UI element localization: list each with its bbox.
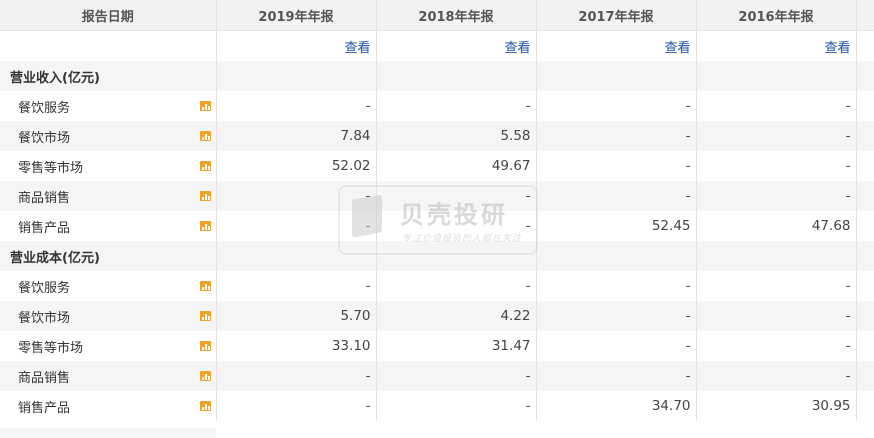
header-report-date: 报告日期 bbox=[0, 0, 217, 31]
value-cell: 33.10 bbox=[216, 331, 377, 361]
header-year-2018: 2018年年报 bbox=[376, 0, 537, 31]
bar-chart-icon[interactable] bbox=[199, 401, 211, 411]
value-cell: - bbox=[376, 91, 537, 121]
value-cell: 52.45 bbox=[536, 211, 697, 241]
value-cell: 34.70 bbox=[536, 391, 697, 421]
table-row: 餐饮市场 7.84 5.58- - bbox=[0, 121, 874, 151]
view-link-2016[interactable]: 查看 bbox=[824, 41, 850, 56]
view-link-2017[interactable]: 查看 bbox=[664, 41, 690, 56]
value-cell: - bbox=[536, 271, 697, 301]
value-cell: - bbox=[536, 301, 697, 331]
table-row: 销售产品 - -34.70 30.95 bbox=[0, 391, 874, 421]
bar-chart-icon[interactable] bbox=[199, 161, 211, 171]
section-header-row: 营业收入(亿元) bbox=[0, 61, 874, 91]
value-cell: - bbox=[536, 91, 697, 121]
value-cell: - bbox=[696, 271, 857, 301]
value-cell: - bbox=[376, 391, 537, 421]
value-cell: - bbox=[696, 91, 857, 121]
row-label: 销售产品 bbox=[18, 220, 71, 236]
value-cell: 31.47 bbox=[376, 331, 537, 361]
value-cell: - bbox=[376, 181, 537, 211]
row-label: 餐饮服务 bbox=[18, 100, 71, 116]
value-cell: 52.02 bbox=[216, 151, 377, 181]
bar-chart-icon[interactable] bbox=[199, 341, 211, 351]
table-row: 餐饮服务 - - - - bbox=[0, 91, 874, 121]
value-cell: 30.95 bbox=[696, 391, 857, 421]
bar-chart-icon[interactable] bbox=[199, 281, 211, 291]
view-link-2018[interactable]: 查看 bbox=[504, 41, 530, 56]
bar-chart-icon[interactable] bbox=[199, 101, 211, 111]
bar-chart-icon[interactable] bbox=[199, 371, 211, 381]
table-row: 零售等市场 33.10 31.47- - bbox=[0, 331, 874, 361]
table-row: 零售等市场 52.02 49.67- - bbox=[0, 151, 874, 181]
value-cell: - bbox=[696, 331, 857, 361]
row-label: 商品销售 bbox=[18, 190, 71, 206]
bar-chart-icon[interactable] bbox=[199, 191, 211, 201]
value-cell: - bbox=[376, 271, 537, 301]
row-label: 餐饮服务 bbox=[18, 280, 71, 296]
value-cell: - bbox=[536, 361, 697, 391]
table-header-row: 报告日期 2019年年报 2018年年报 2017年年报 2016年年报 bbox=[0, 0, 874, 31]
row-label: 零售等市场 bbox=[18, 340, 84, 356]
row-label: 零售等市场 bbox=[18, 160, 84, 176]
value-cell: 5.58 bbox=[376, 121, 537, 151]
view-link-2019[interactable]: 查看 bbox=[344, 41, 370, 56]
next-section-row-partial bbox=[0, 428, 216, 438]
table-row: 商品销售 - - - - bbox=[0, 361, 874, 391]
value-cell: - bbox=[696, 301, 857, 331]
value-cell: - bbox=[216, 271, 377, 301]
value-cell: - bbox=[696, 121, 857, 151]
value-cell: 49.67 bbox=[376, 151, 537, 181]
value-cell: - bbox=[536, 181, 697, 211]
value-cell: - bbox=[536, 151, 697, 181]
table-row: 销售产品 - -52.45 47.68 bbox=[0, 211, 874, 241]
row-label: 商品销售 bbox=[18, 370, 71, 386]
value-cell: 5.70 bbox=[216, 301, 377, 331]
value-cell: - bbox=[696, 181, 857, 211]
header-year-2017: 2017年年报 bbox=[536, 0, 697, 31]
header-filler bbox=[856, 0, 874, 31]
value-cell: 7.84 bbox=[216, 121, 377, 151]
section-header-row: 营业成本(亿元) bbox=[0, 241, 874, 271]
bar-chart-icon[interactable] bbox=[199, 221, 211, 231]
value-cell: - bbox=[696, 361, 857, 391]
row-label: 餐饮市场 bbox=[18, 310, 71, 326]
table-row: 餐饮市场 5.70 4.22- - bbox=[0, 301, 874, 331]
value-cell: - bbox=[536, 121, 697, 151]
value-cell: - bbox=[536, 331, 697, 361]
value-cell: - bbox=[216, 211, 377, 241]
value-cell: - bbox=[376, 361, 537, 391]
bar-chart-icon[interactable] bbox=[199, 131, 211, 141]
row-label: 餐饮市场 bbox=[18, 130, 71, 146]
value-cell: - bbox=[216, 391, 377, 421]
table-row: 商品销售 - - - - bbox=[0, 181, 874, 211]
table-row: 餐饮服务 - - - - bbox=[0, 271, 874, 301]
section-title: 营业收入(亿元) bbox=[0, 61, 217, 91]
financial-table: 报告日期 2019年年报 2018年年报 2017年年报 2016年年报 查看 … bbox=[0, 0, 874, 421]
header-year-2019: 2019年年报 bbox=[216, 0, 377, 31]
value-cell: - bbox=[216, 181, 377, 211]
view-row-empty bbox=[0, 30, 217, 61]
value-cell: - bbox=[216, 91, 377, 121]
row-label: 销售产品 bbox=[18, 400, 71, 416]
value-cell: 47.68 bbox=[696, 211, 857, 241]
header-year-2016: 2016年年报 bbox=[696, 0, 857, 31]
value-cell: - bbox=[696, 151, 857, 181]
value-cell: - bbox=[216, 361, 377, 391]
section-title: 营业成本(亿元) bbox=[0, 241, 217, 271]
bar-chart-icon[interactable] bbox=[199, 311, 211, 321]
value-cell: - bbox=[376, 211, 537, 241]
value-cell: 4.22 bbox=[376, 301, 537, 331]
view-row: 查看 查看 查看 查看 bbox=[0, 30, 874, 61]
